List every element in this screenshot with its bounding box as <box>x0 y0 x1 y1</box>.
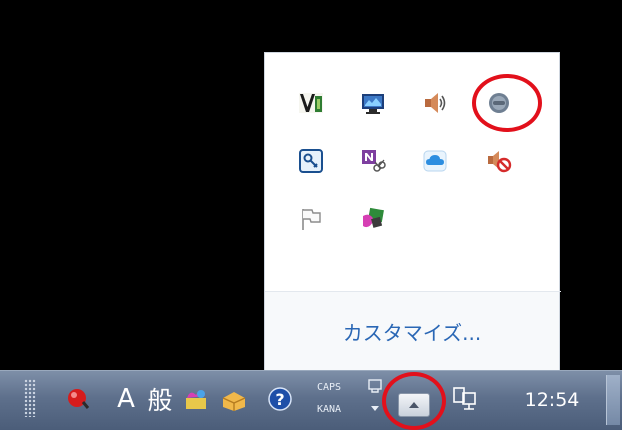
caps-label: CAPS <box>317 382 342 393</box>
caps-kana-indicator: CAPS KANA <box>317 377 357 421</box>
notification-overflow-popup: カスタマイズ... <box>264 52 561 370</box>
gray-circle-icon[interactable] <box>483 87 515 119</box>
chevron-up-icon <box>409 402 419 408</box>
svg-text:?: ? <box>275 390 284 409</box>
ime-pad-icon[interactable] <box>364 375 386 397</box>
veeam-icon[interactable] <box>295 87 327 119</box>
show-desktop-button[interactable] <box>606 375 620 425</box>
network-icon[interactable] <box>446 381 482 417</box>
ime-dictionary-indicator[interactable]: 般 <box>142 381 178 417</box>
ime-tools-taskbar-icon[interactable] <box>180 383 212 415</box>
onenote-clip-icon[interactable] <box>357 145 389 177</box>
speaker-icon[interactable] <box>419 87 451 119</box>
ime-mode-indicator[interactable]: A <box>112 381 140 417</box>
customize-link[interactable]: カスタマイズ... <box>265 292 559 370</box>
show-hidden-icons-button[interactable] <box>398 393 430 417</box>
clock[interactable]: 12:54 <box>512 385 592 415</box>
taskbar: A 般 ? CAPS KANA 12:54 <box>0 370 622 430</box>
hidden-icons-grid <box>265 53 561 291</box>
speaker-muted-icon[interactable] <box>483 145 515 177</box>
red-ball-tray-icon[interactable] <box>62 383 94 415</box>
taskbar-grip-handle[interactable] <box>24 379 36 417</box>
kana-label: KANA <box>317 404 342 415</box>
network-monitor-icon[interactable] <box>357 87 389 119</box>
key-tool-icon[interactable] <box>295 145 327 177</box>
help-icon[interactable]: ? <box>264 383 296 415</box>
toolbox-icon[interactable] <box>218 383 250 415</box>
popup-footer: カスタマイズ... <box>265 292 559 370</box>
ime-tools-icon[interactable] <box>357 203 389 235</box>
action-center-flag-icon[interactable] <box>295 203 327 235</box>
language-bar-chevron-icon[interactable] <box>366 399 384 417</box>
cloud-icon[interactable] <box>419 145 451 177</box>
